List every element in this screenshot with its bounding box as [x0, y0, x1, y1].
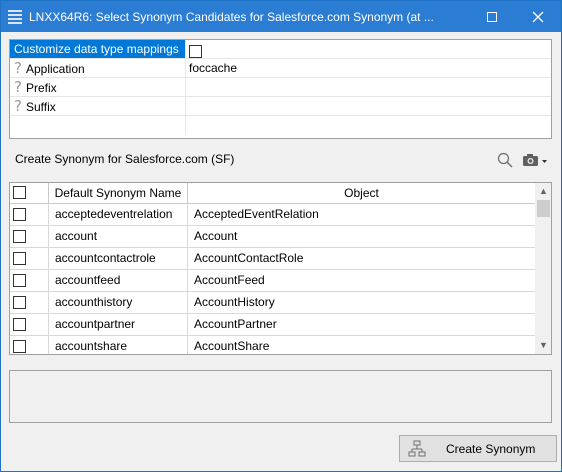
- column-header-name[interactable]: Default Synonym Name: [49, 183, 188, 203]
- hierarchy-icon: [408, 440, 426, 456]
- property-name-cell: [10, 116, 186, 134]
- message-area: [9, 370, 552, 423]
- property-row-application[interactable]: ? Application foccache: [10, 59, 551, 78]
- table-row[interactable]: accountcontactrole AccountContactRole: [10, 248, 535, 270]
- search-icon[interactable]: [497, 152, 513, 168]
- table-row[interactable]: accountshare AccountShare: [10, 336, 535, 354]
- object-cell: AcceptedEventRelation: [194, 207, 319, 221]
- table-header: Default Synonym Name Object: [10, 183, 535, 204]
- help-icon: ?: [14, 78, 22, 96]
- property-label: Suffix: [25, 100, 56, 114]
- table-row[interactable]: accounthistory AccountHistory: [10, 292, 535, 314]
- table-row[interactable]: accountfeed AccountFeed: [10, 270, 535, 292]
- maximize-button[interactable]: [469, 1, 515, 32]
- table-row[interactable]: accountpartner AccountPartner: [10, 314, 535, 336]
- row-checkbox-cell: [10, 336, 49, 354]
- synonym-table: Default Synonym Name Object acceptedeven…: [9, 182, 552, 355]
- property-row-empty: [10, 116, 551, 135]
- column-header-object[interactable]: Object: [188, 183, 535, 203]
- row-checkbox[interactable]: [13, 274, 26, 287]
- property-name-cell: ? Suffix: [10, 97, 186, 115]
- row-checkbox-cell: [10, 204, 49, 225]
- object-cell: AccountFeed: [194, 273, 265, 287]
- properties-grid: Customize data type mappings ? Applicatio…: [9, 39, 552, 139]
- create-synonym-button[interactable]: Create Synonym: [399, 435, 557, 462]
- property-label: Application: [25, 62, 85, 76]
- row-checkbox[interactable]: [13, 208, 26, 221]
- close-button[interactable]: [515, 1, 561, 32]
- object-cell: Account: [194, 229, 238, 243]
- object-cell: AccountShare: [194, 339, 270, 353]
- synonym-name-cell[interactable]: accountpartner: [49, 314, 188, 335]
- section-label: Create Synonym for Salesforce.com (SF): [15, 152, 235, 166]
- row-checkbox[interactable]: [13, 340, 26, 353]
- vertical-scrollbar[interactable]: ▲ ▼: [535, 183, 551, 354]
- help-icon: ?: [14, 59, 22, 77]
- property-label: Customize data type mappings: [10, 40, 186, 58]
- application-value[interactable]: foccache: [189, 59, 237, 77]
- row-checkbox-cell: [10, 292, 49, 313]
- synonym-name-cell[interactable]: accountfeed: [49, 270, 188, 291]
- row-checkbox[interactable]: [13, 296, 26, 309]
- dialog-window: LNXX64R6: Select Synonym Candidates for …: [0, 0, 562, 472]
- object-cell: AccountHistory: [194, 295, 275, 309]
- object-cell: AccountContactRole: [194, 251, 304, 265]
- property-row-suffix[interactable]: ? Suffix: [10, 97, 551, 116]
- create-synonym-label: Create Synonym: [446, 441, 536, 456]
- synonym-name-cell[interactable]: accounthistory: [49, 292, 188, 313]
- object-cell: AccountPartner: [194, 317, 277, 331]
- select-all-checkbox[interactable]: [13, 186, 26, 199]
- property-name-cell: ? Prefix: [10, 78, 186, 96]
- row-checkbox-cell: [10, 270, 49, 291]
- row-checkbox-cell: [10, 314, 49, 335]
- property-row-customize[interactable]: Customize data type mappings: [10, 40, 551, 59]
- close-icon: [532, 11, 544, 22]
- property-name-cell: ? Application: [10, 59, 186, 77]
- property-row-prefix[interactable]: ? Prefix: [10, 78, 551, 97]
- app-icon: [8, 9, 24, 25]
- synonym-name-cell[interactable]: account: [49, 226, 188, 247]
- maximize-icon: [487, 11, 497, 22]
- scroll-down-icon[interactable]: ▼: [535, 337, 551, 354]
- customize-mappings-checkbox[interactable]: [189, 45, 202, 59]
- select-all-cell: [10, 183, 49, 203]
- help-icon: ?: [14, 97, 22, 115]
- table-row[interactable]: account Account: [10, 226, 535, 248]
- scroll-up-icon[interactable]: ▲: [535, 183, 551, 200]
- scroll-thumb[interactable]: [537, 200, 550, 217]
- row-checkbox-cell: [10, 226, 49, 247]
- property-value[interactable]: [189, 42, 202, 60]
- window-title: LNXX64R6: Select Synonym Candidates for …: [29, 9, 434, 24]
- camera-icon[interactable]: [522, 152, 548, 168]
- property-label: Prefix: [25, 81, 57, 95]
- synonym-name-cell[interactable]: acceptedeventrelation: [49, 204, 188, 225]
- title-bar[interactable]: LNXX64R6: Select Synonym Candidates for …: [1, 1, 561, 32]
- row-checkbox-cell: [10, 248, 49, 269]
- row-checkbox[interactable]: [13, 318, 26, 331]
- synonym-name-cell[interactable]: accountcontactrole: [49, 248, 188, 269]
- synonym-name-cell[interactable]: accountshare: [49, 336, 188, 354]
- row-checkbox[interactable]: [13, 230, 26, 243]
- row-checkbox[interactable]: [13, 252, 26, 265]
- table-row[interactable]: acceptedeventrelation AcceptedEventRelat…: [10, 204, 535, 226]
